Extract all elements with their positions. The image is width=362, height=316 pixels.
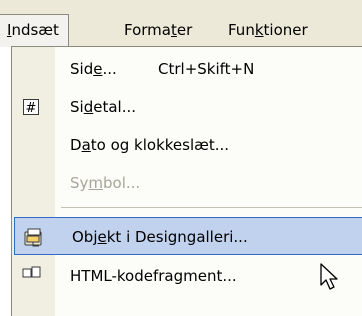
insert-dropdown-menu: Side... Ctrl+Skift+N # Sidetal... Dato o… <box>11 46 362 316</box>
menu-format[interactable]: Formater <box>124 14 192 47</box>
menu-item-design-gallery-object-label: Objekt i Designgalleri... <box>72 228 248 246</box>
menu-item-symbol-label: Symbol... <box>70 174 141 192</box>
design-gallery-icon <box>23 226 43 247</box>
menu-tools-label-pre: Fun <box>228 21 255 39</box>
menu-item-page-number-label: Sidetal... <box>70 98 137 116</box>
menu-tools-accesskey: k <box>254 21 264 39</box>
menu-separator <box>61 207 362 208</box>
html-fragment-icon <box>21 266 41 286</box>
menu-item-date-time-label: Dato og klokkeslæt... <box>70 136 230 154</box>
menu-item-symbol: Symbol... <box>12 164 362 202</box>
menu-item-design-gallery-object[interactable]: Objekt i Designgalleri... <box>14 217 362 255</box>
menu-tools-label-post: tioner <box>263 21 308 39</box>
menu-item-html-fragment-label: HTML-kodefragment... <box>70 267 237 285</box>
menu-format-label-post: er <box>176 21 193 39</box>
mouse-pointer-icon <box>320 263 338 290</box>
menu-bar: Indsæt Formater Funktioner <box>0 0 362 47</box>
menu-tools[interactable]: Funktioner <box>228 14 308 47</box>
menu-item-date-time[interactable]: Dato og klokkeslæt... <box>12 126 362 164</box>
menu-format-label-pre: Forma <box>124 21 171 39</box>
menu-insert[interactable]: Indsæt <box>0 14 69 47</box>
menu-item-page-label: Side... <box>70 60 117 78</box>
page-number-icon: # <box>21 97 41 117</box>
menu-item-page[interactable]: Side... Ctrl+Skift+N <box>12 50 362 88</box>
menu-insert-label-post: ndsæt <box>11 21 59 39</box>
menu-item-page-shortcut: Ctrl+Skift+N <box>158 60 255 78</box>
menu-item-html-fragment[interactable]: HTML-kodefragment... <box>12 257 362 295</box>
menu-item-page-number[interactable]: # Sidetal... <box>12 88 362 126</box>
svg-text:#: # <box>26 101 37 116</box>
